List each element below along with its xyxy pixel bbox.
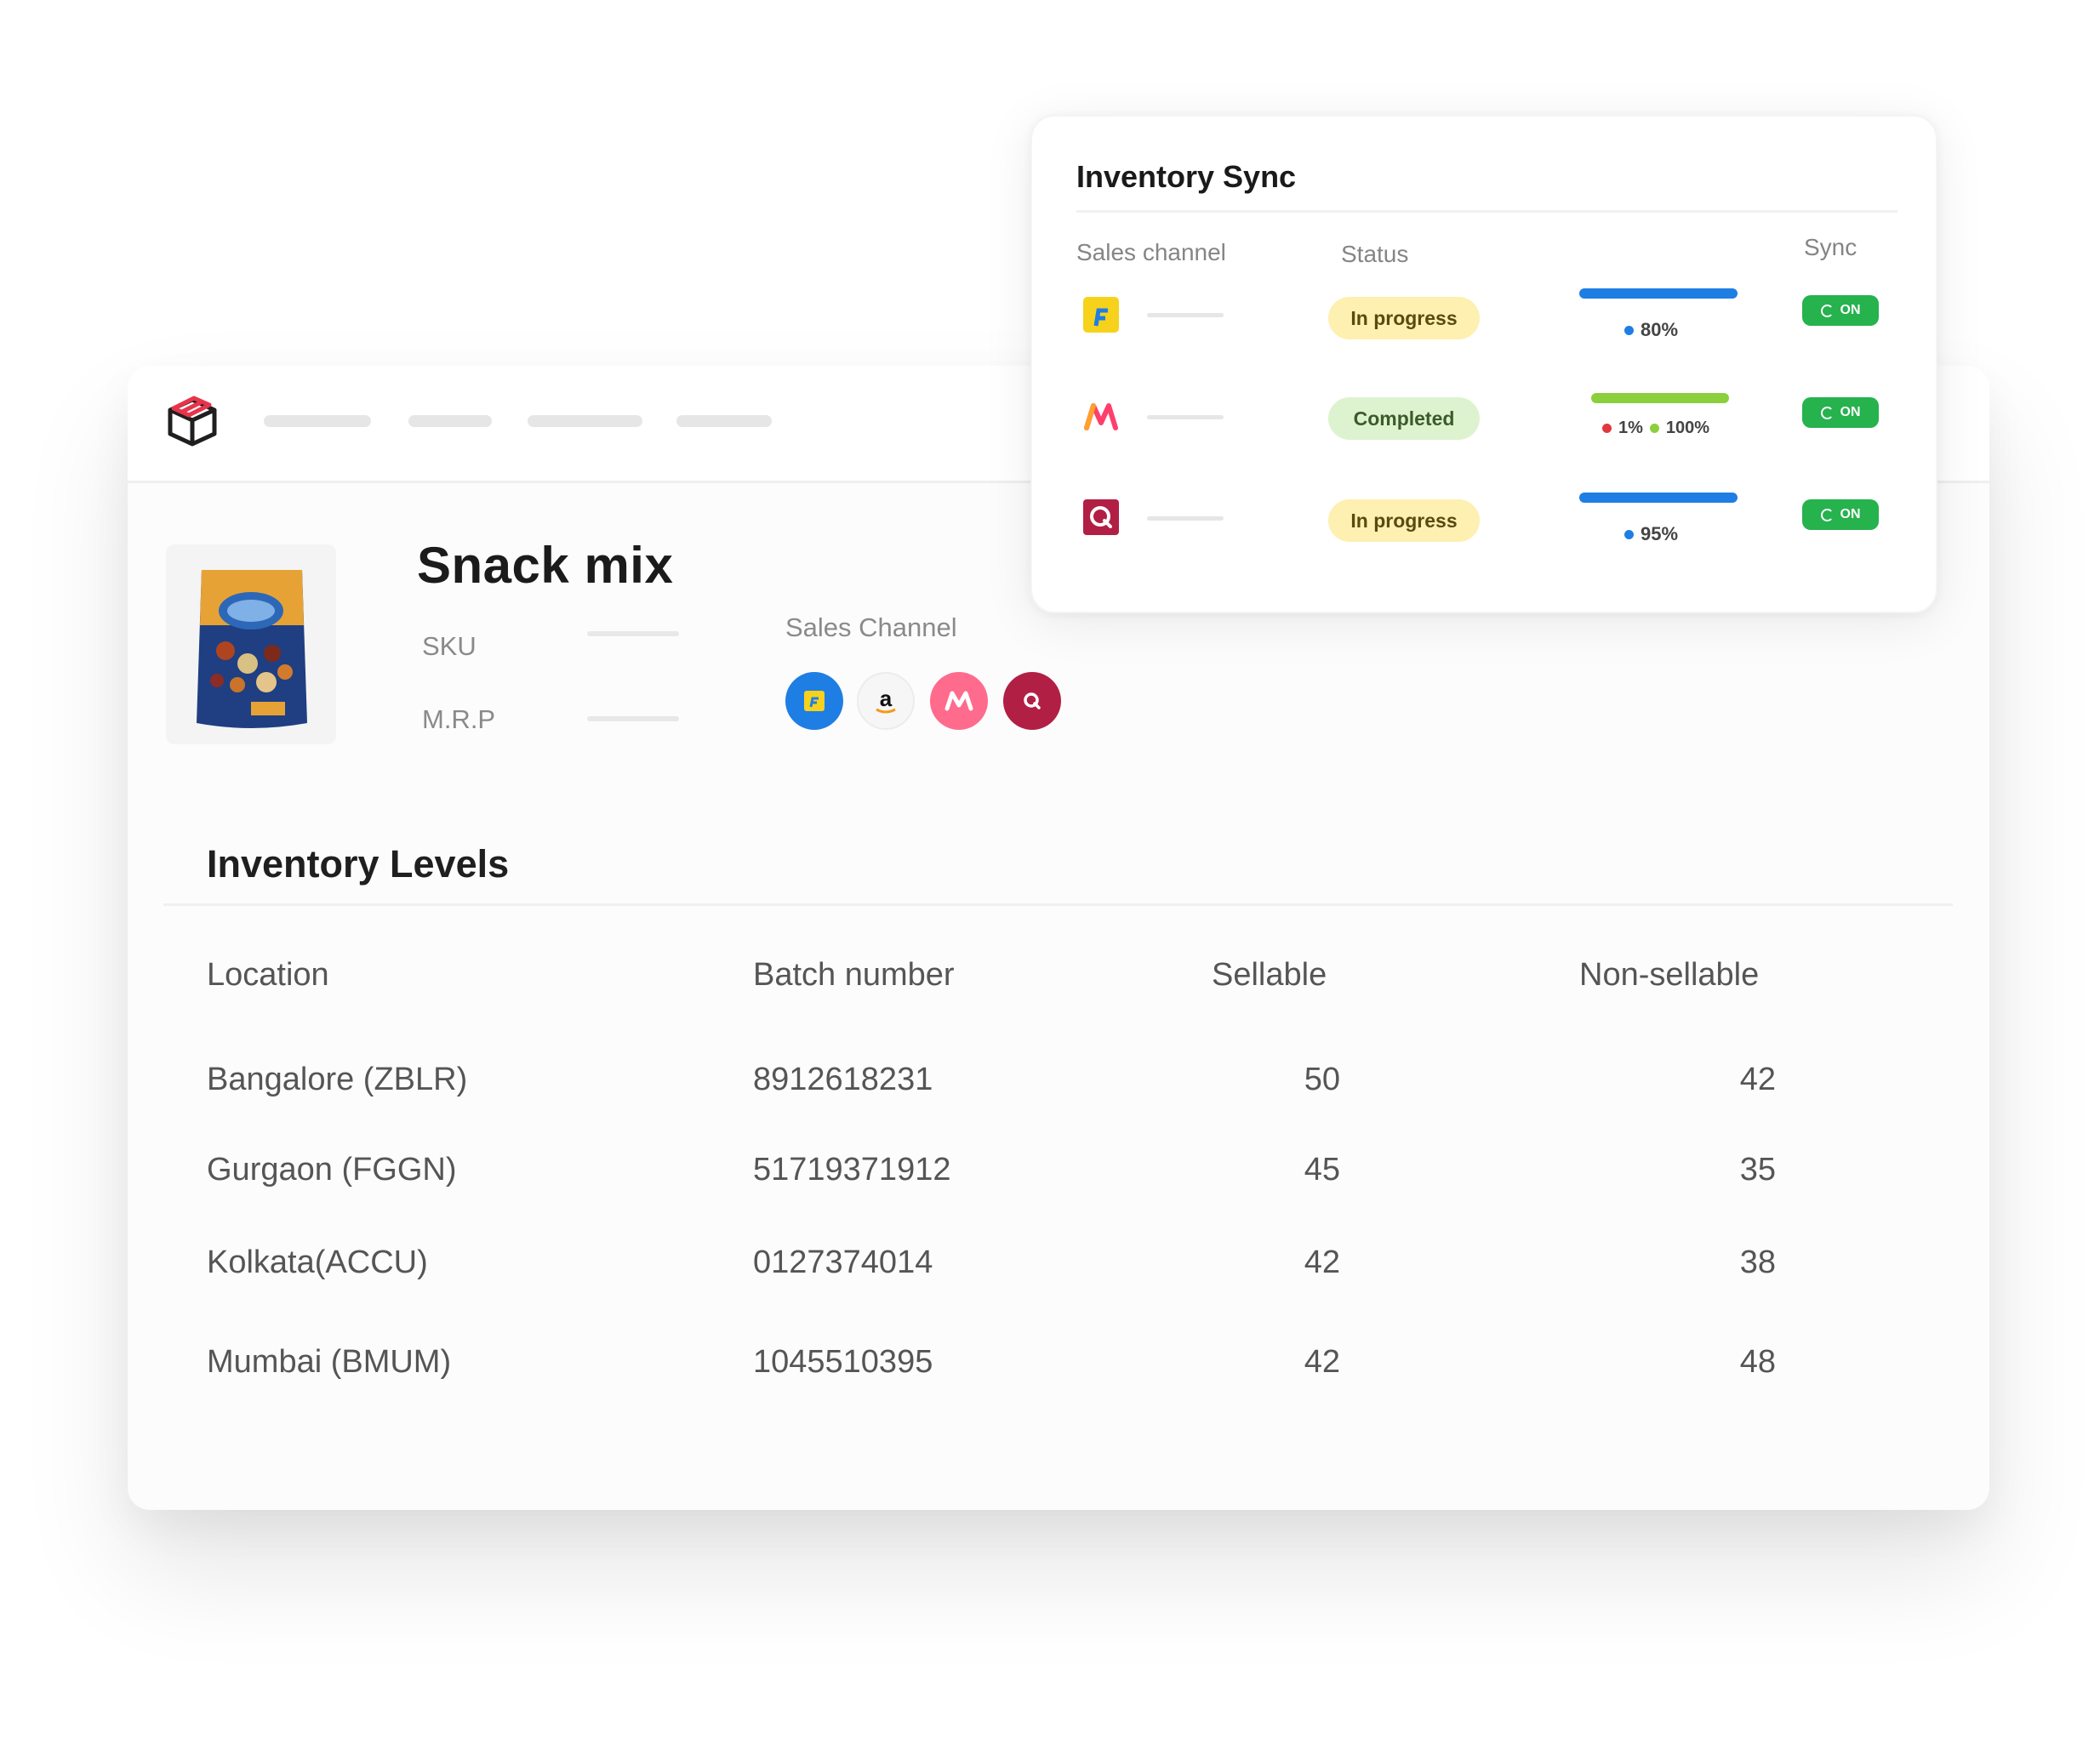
table-cell-location: Mumbai (BMUM) — [207, 1344, 452, 1380]
nav-item-placeholder[interactable] — [408, 415, 492, 427]
red-dot-icon — [1602, 424, 1612, 433]
channel-name-placeholder — [1147, 415, 1224, 419]
progress-bar — [1579, 493, 1738, 503]
nav-item-placeholder[interactable] — [264, 415, 371, 427]
inventory-sync-panel: Inventory Sync Sales channel Status Sync… — [1030, 115, 1937, 613]
divider — [1076, 210, 1897, 213]
channel-name-placeholder — [1147, 516, 1224, 521]
table-cell-sellable: 42 — [1304, 1245, 1340, 1280]
toggle-label: ON — [1840, 405, 1861, 419]
progress-readout: 80% — [1624, 319, 1678, 341]
status-badge: In progress — [1328, 297, 1480, 339]
progress-percent: 95% — [1641, 523, 1679, 544]
app-logo-icon[interactable] — [162, 391, 223, 453]
amazon-icon[interactable]: a — [857, 672, 915, 730]
status-badge: Completed — [1328, 397, 1480, 440]
sync-toggle[interactable]: ON — [1802, 499, 1879, 530]
sync-toggle[interactable]: ON — [1802, 397, 1879, 428]
product-image — [166, 544, 336, 744]
table-cell-non-sellable: 35 — [1739, 1152, 1776, 1188]
sync-icon — [1820, 406, 1834, 419]
table-cell-location: Kolkata(ACCU) — [207, 1245, 428, 1280]
progress-bar — [1579, 288, 1738, 299]
column-header-non-sellable[interactable]: Non-sellable — [1579, 957, 1759, 994]
table-cell-non-sellable: 48 — [1739, 1344, 1776, 1380]
qoo10-icon — [1083, 499, 1119, 535]
column-header-sellable[interactable]: Sellable — [1212, 957, 1327, 994]
table-cell-location: Bangalore (ZBLR) — [207, 1062, 468, 1097]
svg-text:a: a — [880, 686, 893, 711]
table-cell-sellable: 45 — [1304, 1152, 1340, 1188]
progress-percent: 1% — [1618, 419, 1643, 437]
progress-percent: 100% — [1665, 419, 1710, 437]
nav-item-placeholder[interactable] — [676, 415, 772, 427]
sales-channel-label: Sales Channel — [785, 612, 957, 642]
green-dot-icon — [1649, 424, 1659, 433]
divider — [163, 903, 1953, 906]
status-badge: In progress — [1328, 499, 1480, 542]
myntra-icon — [1084, 403, 1118, 430]
progress-bar — [1591, 393, 1729, 403]
table-cell-batch: 0127374014 — [753, 1245, 933, 1280]
table-cell-batch: 8912618231 — [753, 1062, 933, 1097]
table-cell-location: Gurgaon (FGGN) — [207, 1152, 457, 1188]
table-cell-non-sellable: 38 — [1739, 1245, 1776, 1280]
column-header-location[interactable]: Location — [207, 957, 329, 994]
inventory-levels-title: Inventory Levels — [207, 842, 510, 886]
sku-label: SKU — [422, 631, 476, 661]
table-cell-batch: 51719371912 — [753, 1152, 951, 1188]
sku-value-placeholder — [587, 631, 679, 636]
flipkart-icon[interactable] — [785, 672, 843, 730]
sync-icon — [1820, 508, 1834, 521]
sync-icon — [1820, 304, 1834, 317]
snack-pack-icon — [197, 570, 307, 728]
progress-readout: 95% — [1624, 523, 1678, 545]
nav-item-placeholder[interactable] — [528, 415, 642, 427]
blue-dot-icon — [1624, 529, 1634, 539]
flipkart-icon — [1083, 297, 1119, 333]
sync-header-channel: Sales channel — [1076, 239, 1226, 265]
qoo10-icon[interactable] — [1003, 672, 1061, 730]
table-cell-batch: 1045510395 — [753, 1344, 933, 1380]
product-title: Snack mix — [417, 537, 674, 594]
mrp-value-placeholder — [587, 716, 679, 721]
mrp-label: M.R.P — [422, 704, 496, 734]
progress-readout: 1% 100% — [1602, 419, 1709, 438]
column-header-batch-number[interactable]: Batch number — [753, 957, 955, 994]
toggle-label: ON — [1840, 507, 1861, 521]
blue-dot-icon — [1624, 325, 1634, 335]
sync-toggle[interactable]: ON — [1802, 295, 1879, 326]
inventory-sync-title: Inventory Sync — [1076, 159, 1297, 194]
channel-name-placeholder — [1147, 313, 1224, 317]
progress-percent: 80% — [1641, 319, 1679, 340]
myntra-icon[interactable] — [930, 672, 988, 730]
sync-header-status: Status — [1341, 241, 1409, 267]
table-cell-sellable: 50 — [1304, 1062, 1340, 1097]
sync-header-sync: Sync — [1804, 234, 1857, 260]
table-cell-sellable: 42 — [1304, 1344, 1340, 1380]
table-cell-non-sellable: 42 — [1739, 1062, 1776, 1097]
toggle-label: ON — [1840, 303, 1861, 317]
